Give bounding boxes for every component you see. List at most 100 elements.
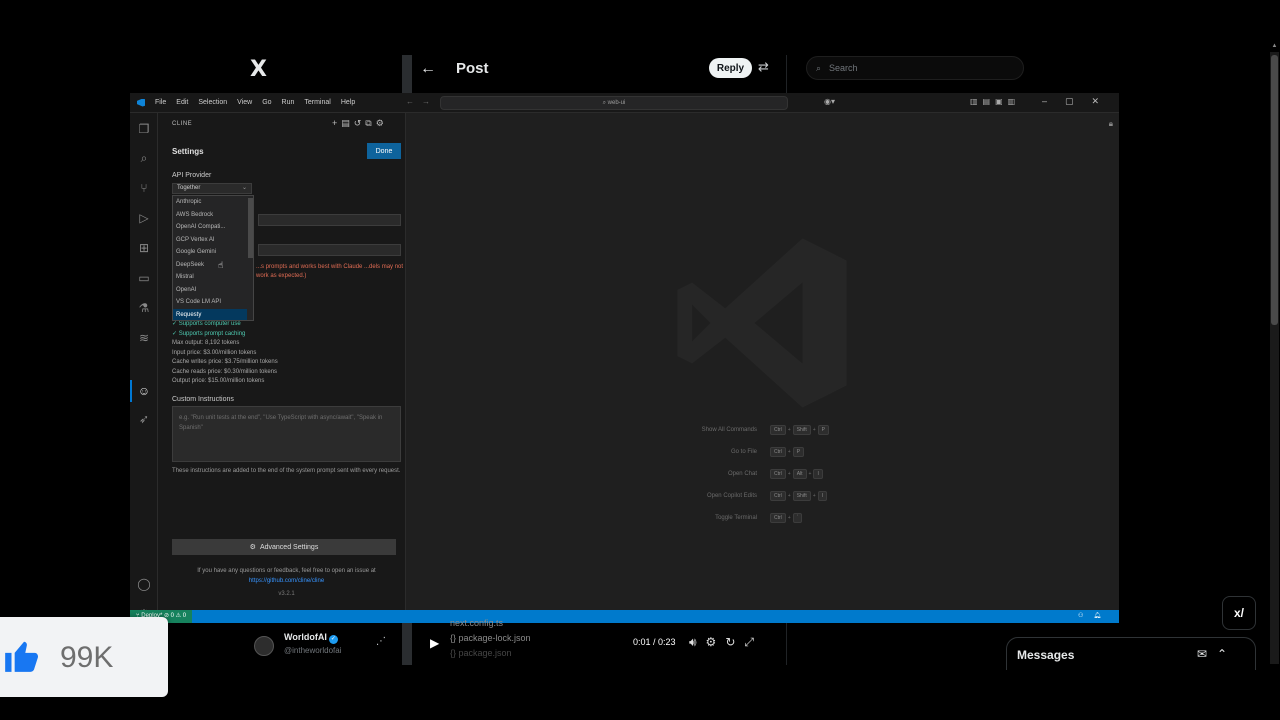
- video-control-icons[interactable]: 🔊︎⚙↻⤢: [689, 635, 763, 650]
- dropdown-option[interactable]: Anthropic: [173, 196, 247, 209]
- dropdown-option[interactable]: OpenAI: [173, 284, 247, 297]
- provider-dropdown[interactable]: Anthropic AWS Bedrock OpenAI Compati... …: [172, 195, 254, 321]
- key: `: [792, 513, 803, 523]
- shortcut-label: Toggle Terminal: [715, 515, 757, 521]
- search-input[interactable]: ⌕ Search: [806, 56, 1024, 80]
- dropdown-option[interactable]: AWS Bedrock: [173, 209, 247, 222]
- account-icon[interactable]: ◯: [136, 576, 152, 592]
- computer-use-support: ✓ Supports computer use: [172, 321, 241, 327]
- menu-edit[interactable]: Edit: [176, 99, 188, 106]
- shortcut-row: Go to File Ctrl + P: [407, 447, 1119, 459]
- menu-go[interactable]: Go: [262, 99, 271, 106]
- shortcut-row: Open Copilot Edits Ctrl + Shift + I: [407, 491, 1119, 503]
- editor-area: 🔒︎ Show All Commands Ctrl + Shift + P Go t…: [407, 113, 1119, 610]
- dropdown-option[interactable]: GCP Vertex AI: [173, 234, 247, 247]
- grok-button[interactable]: x/: [1222, 596, 1256, 630]
- scrollbar-thumb[interactable]: [1271, 55, 1278, 325]
- dropdown-scrollbar[interactable]: [248, 198, 253, 258]
- search-icon[interactable]: ⌕: [136, 150, 152, 166]
- more-options-icon[interactable]: ⋰: [376, 636, 386, 647]
- nav-arrows-icon[interactable]: ←→: [406, 97, 438, 106]
- shortcut-keys: Ctrl + P: [770, 447, 805, 457]
- lock-icon[interactable]: 🔒︎: [1109, 119, 1113, 129]
- api-provider-select[interactable]: Together ⌄: [172, 183, 252, 194]
- window-controls[interactable]: –▢✕: [1042, 96, 1117, 107]
- video-time: 0:01 / 0:23: [633, 637, 676, 647]
- layout-icons[interactable]: ▥▤▣▥: [970, 97, 1020, 106]
- command-center[interactable]: ⌕ web-ui: [440, 96, 788, 110]
- author-name[interactable]: WorldofAI ✓: [284, 632, 338, 644]
- video-overlay-text: {} package.json: [450, 648, 512, 658]
- model-input[interactable]: [258, 244, 401, 256]
- shortcut-row: Toggle Terminal Ctrl + `: [407, 513, 1119, 525]
- shortcut-keys: Ctrl + `: [770, 513, 803, 523]
- status-icons[interactable]: ⚇🔔︎: [1078, 610, 1111, 623]
- author-handle[interactable]: @intheworldofai: [284, 646, 341, 655]
- sidebar-actions[interactable]: +▤↺⧉⚙: [332, 118, 388, 129]
- back-arrow-icon[interactable]: ←: [420, 60, 436, 78]
- remote-explorer-icon[interactable]: ▭: [136, 270, 152, 286]
- dropdown-option[interactable]: Mistral: [173, 271, 247, 284]
- reply-button[interactable]: Reply: [709, 58, 752, 78]
- cline-icon[interactable]: ☺: [136, 383, 152, 399]
- key: P: [817, 425, 829, 435]
- menu-selection[interactable]: Selection: [198, 99, 227, 106]
- explorer-icon[interactable]: ❐: [136, 121, 152, 137]
- author-name-text[interactable]: WorldofAI: [284, 632, 327, 642]
- testing-icon[interactable]: ⚗: [136, 300, 152, 316]
- x-logo[interactable]: X: [250, 57, 267, 82]
- prompt-caching-support: ✓ Supports prompt caching: [172, 330, 246, 337]
- source-control-icon[interactable]: ⑂: [136, 180, 152, 196]
- verified-badge-icon: ✓: [328, 635, 338, 644]
- run-debug-icon[interactable]: ▷: [136, 210, 152, 226]
- shortcut-keys: Ctrl + Alt + I: [770, 469, 823, 479]
- docker-icon[interactable]: ≋: [136, 330, 152, 346]
- shortcut-row: Show All Commands Ctrl + Shift + P: [407, 425, 1119, 437]
- video-overlay-text: next.config.ts: [450, 618, 504, 628]
- done-button[interactable]: Done: [367, 143, 401, 159]
- scroll-up-icon[interactable]: ▲: [1270, 43, 1279, 52]
- video-overlay-text: {} package-lock.json: [450, 633, 531, 643]
- copilot-icon[interactable]: ◉▾: [824, 97, 835, 106]
- menu-file[interactable]: File: [155, 99, 166, 106]
- menu-view[interactable]: View: [237, 99, 252, 106]
- vscode-window: File Edit Selection View Go Run Terminal…: [130, 93, 1119, 623]
- warning-text: ...s prompts and works best with Claude …: [256, 264, 404, 279]
- shortcut-row: Open Chat Ctrl + Alt + I: [407, 469, 1119, 481]
- sliders-icon[interactable]: ⇄: [758, 59, 769, 75]
- extensions-icon[interactable]: ⊞: [136, 240, 152, 256]
- messages-drawer[interactable]: Messages ✉︎⌃: [1006, 637, 1256, 670]
- play-icon[interactable]: ▶: [430, 636, 439, 650]
- shortcut-label: Go to File: [730, 449, 757, 455]
- messages-title: Messages: [1017, 648, 1075, 662]
- dropdown-option[interactable]: VS Code LM API: [173, 296, 247, 309]
- shortcut-keys: Ctrl + Shift + I: [770, 491, 828, 501]
- messages-icons[interactable]: ✉︎⌃: [1197, 647, 1237, 661]
- custom-instructions-label: Custom Instructions: [172, 396, 234, 403]
- active-indicator: [130, 380, 132, 402]
- key: Shift: [792, 491, 811, 501]
- dropdown-option[interactable]: OpenAI Compati...: [173, 221, 247, 234]
- custom-instructions-input[interactable]: e.g. "Run unit tests at the end", "Use T…: [172, 406, 401, 462]
- avatar[interactable]: [254, 636, 274, 656]
- gear-icon: ⚙: [249, 544, 256, 551]
- advanced-settings-button[interactable]: ⚙ Advanced Settings: [172, 539, 396, 555]
- dropdown-option-selected[interactable]: Requesty: [173, 308, 247, 320]
- shortcut-label: Open Chat: [727, 471, 757, 477]
- menu-help[interactable]: Help: [341, 99, 355, 106]
- key: I: [813, 469, 823, 479]
- rocket-icon[interactable]: ➶: [136, 411, 152, 427]
- dropdown-option[interactable]: Google Gemini: [173, 246, 247, 259]
- dropdown-option[interactable]: DeepSeek: [173, 259, 247, 272]
- github-link[interactable]: https://github.com/cline/cline: [172, 576, 401, 586]
- menu-terminal[interactable]: Terminal: [304, 99, 330, 106]
- chevron-down-icon: ⌄: [241, 185, 247, 191]
- key: Ctrl: [770, 513, 786, 523]
- menu-run[interactable]: Run: [282, 99, 295, 106]
- key: Ctrl: [770, 491, 786, 501]
- like-overlay: 99K: [0, 617, 168, 697]
- search-placeholder: Search: [829, 63, 858, 73]
- api-key-input[interactable]: [258, 214, 401, 226]
- page-title: Post: [456, 60, 489, 77]
- feedback-text: If you have any questions or feedback, f…: [172, 566, 401, 586]
